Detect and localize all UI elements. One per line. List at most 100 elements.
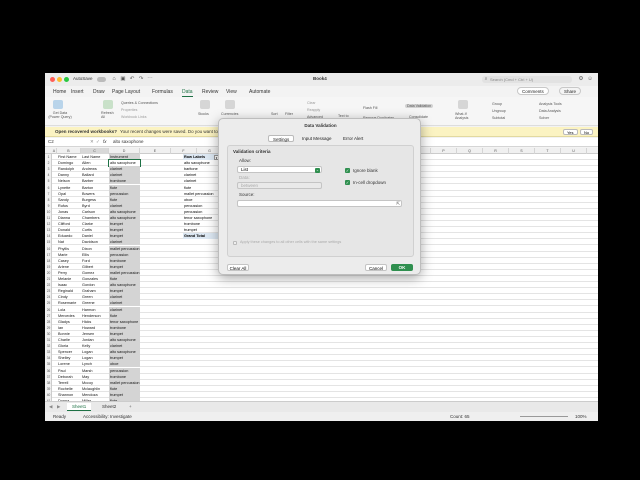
enter-formula-icon[interactable]: ✓	[96, 139, 100, 145]
tab-review[interactable]: Review	[202, 89, 218, 95]
next-sheet-icon[interactable]: ▶	[57, 404, 60, 410]
zoom-window-button[interactable]	[64, 77, 69, 82]
currencies-label[interactable]: Currencies	[221, 112, 238, 116]
accessibility-status[interactable]: Accessibility: Investigate	[83, 414, 132, 420]
allow-select[interactable]: List ⌄	[237, 166, 322, 173]
refresh-all-icon[interactable]	[103, 100, 113, 109]
dialog-tab-input-message[interactable]: Input Message	[298, 135, 336, 142]
what-if-icon[interactable]	[458, 100, 468, 109]
get-data-label[interactable]: Get Data (Power Query)	[48, 111, 72, 119]
tab-automate[interactable]: Automate	[249, 89, 270, 95]
currencies-icon[interactable]	[225, 100, 235, 109]
apply-all-checkbox[interactable]	[233, 241, 237, 245]
tab-insert[interactable]: Insert	[71, 89, 84, 95]
analysis-tools[interactable]: Analysis Tools	[539, 102, 562, 106]
comments-label: Comments	[522, 89, 544, 94]
notification-yes-button[interactable]: Yes	[563, 129, 578, 135]
data-analysis[interactable]: Data Analysis	[539, 109, 561, 113]
zoom-slider[interactable]	[520, 416, 568, 417]
cancel-button[interactable]: Cancel	[365, 264, 387, 271]
close-window-button[interactable]	[50, 77, 55, 82]
notification-title: Open recovered workbooks?	[55, 129, 118, 134]
ignore-blank-label: Ignore blank	[353, 168, 378, 173]
data-validation-button[interactable]: Data Validation	[405, 104, 434, 109]
save-icon[interactable]: ▣	[120, 76, 126, 82]
sort-label[interactable]: Sort	[271, 112, 278, 116]
autosave-toggle[interactable]	[97, 77, 106, 82]
ignore-blank-checkbox[interactable]: ✓	[345, 168, 350, 173]
autosave-label: AutoSave	[73, 76, 93, 81]
filter-label[interactable]: Filter	[285, 112, 293, 116]
data-validation-dialog: Data Validation Settings Input Message E…	[218, 118, 421, 275]
group[interactable]: Group	[492, 102, 502, 106]
formula-input[interactable]: alto saxophone	[113, 139, 144, 145]
incell-dropdown-label: In-cell dropdown	[353, 180, 387, 185]
refresh-all-label[interactable]: Refresh All	[101, 111, 115, 119]
incell-dropdown-checkbox[interactable]: ✓	[345, 180, 350, 185]
window-title: Book4	[313, 76, 327, 81]
title-bar: AutoSave ⌂ ▣ ↶ ↷ ⋯ Book4 ⌕ Search (Cmd +…	[45, 73, 598, 86]
subtotal[interactable]: Subtotal	[492, 116, 505, 120]
get-data-icon[interactable]	[53, 100, 63, 109]
ungroup[interactable]: Ungroup	[492, 109, 506, 113]
notification-no-button[interactable]: No	[580, 129, 594, 135]
properties: Properties	[121, 108, 138, 112]
prev-sheet-icon[interactable]: ◀	[49, 404, 52, 410]
source-label: Source:	[239, 192, 255, 197]
data-operator-select: between	[237, 182, 322, 189]
excel-window: AutoSave ⌂ ▣ ↶ ↷ ⋯ Book4 ⌕ Search (Cmd +…	[45, 73, 598, 421]
notification-message: Your recent changes were saved. Do you w…	[120, 129, 218, 134]
tab-formulas[interactable]: Formulas	[152, 89, 173, 95]
undo-icon[interactable]: ↶	[129, 76, 135, 82]
status-count: Count: 65	[450, 413, 470, 419]
what-if-label[interactable]: What-If Analysis	[455, 112, 469, 120]
sheet-tab-sheet2[interactable]: Sheet2	[97, 403, 121, 411]
solver[interactable]: Solver	[539, 116, 549, 120]
clear-filter: Clear	[307, 101, 316, 105]
comments-button[interactable]: Comments	[517, 87, 549, 95]
tab-data[interactable]: Data	[182, 89, 193, 97]
data-operator-value: between	[241, 183, 259, 188]
ok-button[interactable]: OK	[391, 264, 413, 271]
sheet-tab-sheet1[interactable]: Sheet1	[67, 403, 92, 411]
pivot-grand-total: Grand Total	[183, 233, 221, 240]
reapply-filter: Reapply	[307, 108, 321, 112]
account-icon[interactable]: ☺	[587, 76, 593, 82]
allow-label: Allow:	[239, 158, 252, 163]
dialog-title: Data Validation	[304, 123, 337, 128]
validation-criteria-heading: Validation criteria	[233, 149, 271, 154]
dialog-tab-settings[interactable]: Settings	[268, 135, 295, 142]
tab-draw[interactable]: Draw	[93, 89, 105, 95]
share-button[interactable]: Share	[559, 87, 582, 95]
status-ready: Ready	[53, 413, 67, 419]
data-label: Data:	[239, 175, 250, 180]
function-icon[interactable]: fx	[103, 139, 107, 145]
tab-page-layout[interactable]: Page Layout	[112, 89, 140, 95]
sheet-tab-bar: ◀ ▶ Sheet1 Sheet2 +	[45, 401, 598, 412]
range-picker-icon[interactable]: ⇱	[396, 201, 400, 208]
more-icon[interactable]: ⋯	[147, 76, 153, 82]
cancel-formula-icon[interactable]: ✕	[90, 139, 94, 145]
stocks-icon[interactable]	[200, 100, 210, 109]
workbook-links: Workbook Links	[121, 115, 147, 119]
stocks-label[interactable]: Stocks	[198, 112, 209, 116]
redo-icon[interactable]: ↷	[138, 76, 144, 82]
flash-fill[interactable]: Flash Fill	[363, 106, 377, 110]
queries-connections[interactable]: Queries & Connections	[121, 101, 158, 105]
name-box[interactable]: C2	[48, 139, 54, 145]
source-input[interactable]: ⇱	[237, 200, 402, 207]
add-sheet-icon[interactable]: +	[129, 404, 132, 410]
ribbon-tabs: Home Insert Draw Page Layout Formulas Da…	[45, 86, 598, 97]
search-box[interactable]: ⌕ Search (Cmd + Ctrl + U)	[482, 76, 572, 83]
share-label: Share	[564, 89, 577, 94]
tab-home[interactable]: Home	[53, 89, 66, 95]
status-bar: Ready Accessibility: Investigate Count: …	[45, 412, 598, 421]
tab-view[interactable]: View	[226, 89, 237, 95]
dialog-tab-error-alert[interactable]: Error Alert	[339, 135, 367, 142]
allow-value: List	[241, 167, 249, 172]
settings-icon[interactable]: ⚙	[578, 76, 584, 82]
chevron-down-icon: ⌄	[315, 167, 320, 173]
home-icon[interactable]: ⌂	[111, 76, 117, 82]
minimize-window-button[interactable]	[57, 77, 62, 82]
clear-all-button[interactable]: Clear All	[227, 264, 249, 271]
